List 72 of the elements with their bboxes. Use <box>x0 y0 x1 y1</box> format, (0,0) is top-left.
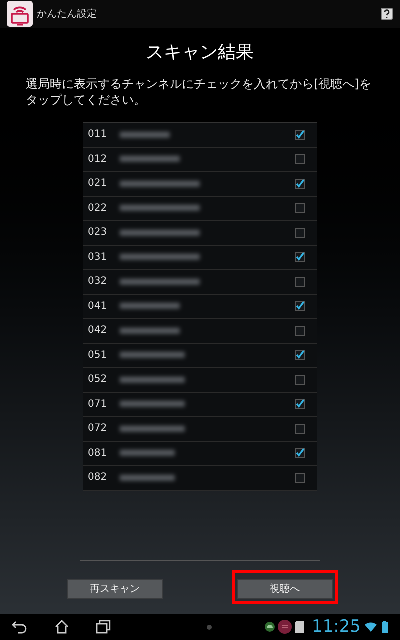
channel-number: 072 <box>88 422 108 436</box>
app-badge-icon <box>278 620 292 634</box>
dot-icon <box>207 624 212 630</box>
channel-row[interactable]: 032 <box>83 270 317 294</box>
channel-number: 051 <box>88 348 108 363</box>
clock: 11:25 <box>312 617 361 637</box>
blurred-channel-name <box>120 474 175 481</box>
back-icon[interactable] <box>12 620 28 634</box>
blurred-channel-name <box>120 303 180 310</box>
recent-apps-icon[interactable] <box>96 620 112 634</box>
blurred-channel-name <box>120 132 170 138</box>
channel-number: 031 <box>88 250 108 265</box>
channel-row[interactable]: 052 <box>83 368 317 392</box>
action-button[interactable]: 視聴へ <box>237 579 333 599</box>
checked-checkbox[interactable] <box>295 301 305 312</box>
checkbox[interactable] <box>295 374 305 385</box>
blurred-channel-name <box>120 450 175 456</box>
blurred-channel-name <box>120 376 185 383</box>
channel-number: 052 <box>88 373 108 388</box>
checkbox[interactable] <box>295 228 305 238</box>
channel-row[interactable]: 041 <box>83 294 317 319</box>
channel-row[interactable]: 071 <box>83 392 317 417</box>
checkbox[interactable] <box>295 326 305 336</box>
channel-number: 012 <box>88 152 108 167</box>
channel-row[interactable]: 012 <box>83 148 317 172</box>
channel-row[interactable]: 072 <box>83 417 317 442</box>
checked-checkbox[interactable] <box>295 399 305 410</box>
checkbox[interactable] <box>295 276 305 287</box>
channel-number: 022 <box>88 202 108 216</box>
action-button[interactable]: 再スキャン <box>67 579 163 599</box>
checkbox[interactable] <box>295 424 305 434</box>
app-title: かんたん設定 <box>37 8 97 22</box>
checkbox[interactable] <box>295 203 305 214</box>
sd-card-icon <box>295 621 304 633</box>
blurred-channel-name <box>120 328 180 334</box>
checked-checkbox[interactable] <box>295 130 305 140</box>
help-icon[interactable] <box>381 8 393 20</box>
channel-number: 042 <box>88 324 108 338</box>
channel-number: 023 <box>88 226 108 240</box>
channel-number: 011 <box>88 128 108 142</box>
channel-row[interactable]: 042 <box>83 319 317 344</box>
checkbox[interactable] <box>295 472 305 483</box>
channel-number: 032 <box>88 275 108 290</box>
channel-row[interactable]: 031 <box>83 246 317 270</box>
wifi-icon <box>365 622 377 632</box>
channel-number: 071 <box>88 398 108 412</box>
checked-checkbox[interactable] <box>295 252 305 262</box>
checked-checkbox[interactable] <box>295 350 305 360</box>
battery-icon <box>382 621 388 633</box>
channel-row[interactable]: 081 <box>83 442 317 466</box>
channel-number: 082 <box>88 471 108 486</box>
channel-row[interactable]: 011 <box>83 123 317 148</box>
checkbox[interactable] <box>295 154 305 164</box>
blurred-channel-name <box>120 426 185 432</box>
blurred-channel-name <box>120 156 180 162</box>
blurred-channel-name <box>120 401 185 408</box>
channel-row[interactable]: 021 <box>83 172 317 196</box>
blurred-channel-name <box>120 352 185 358</box>
checked-checkbox[interactable] <box>295 178 305 189</box>
home-icon[interactable] <box>54 620 70 634</box>
page-heading: スキャン結果 <box>145 41 255 65</box>
channel-number: 041 <box>88 300 108 314</box>
checked-checkbox[interactable] <box>295 448 305 458</box>
channel-row[interactable]: 022 <box>83 196 317 221</box>
channel-number: 081 <box>88 446 108 461</box>
channel-number: 021 <box>88 177 108 192</box>
channel-row[interactable]: 023 <box>83 221 317 246</box>
instruction-text: 選局時に表示するチャンネルにチェックを入れてから[視聴へ]をタップしてください。 <box>25 76 372 108</box>
channel-row[interactable]: 082 <box>83 466 317 490</box>
channel-row[interactable]: 051 <box>83 344 317 368</box>
tv-wifi-icon <box>7 1 33 27</box>
robot-icon <box>265 622 275 632</box>
